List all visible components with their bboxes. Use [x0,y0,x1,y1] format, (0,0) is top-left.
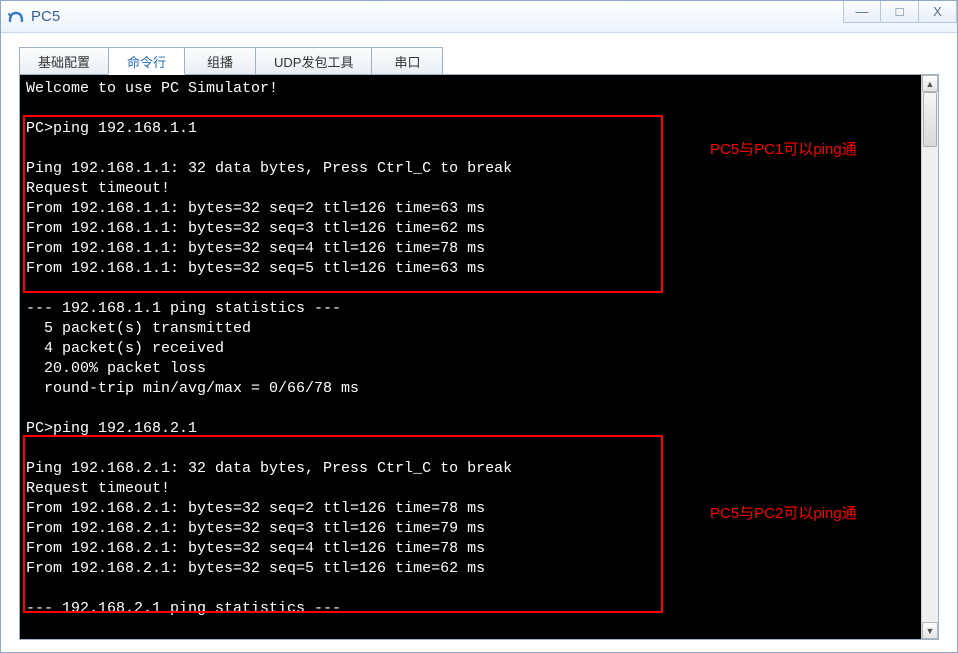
scrollbar-thumb[interactable] [923,92,937,147]
tab-4[interactable]: 串口 [371,47,443,75]
content-area: 基础配置命令行组播UDP发包工具串口 Welcome to use PC Sim… [1,33,957,652]
app-icon [7,8,25,26]
tab-1[interactable]: 命令行 [108,47,185,75]
maximize-button[interactable]: □ [881,1,919,23]
close-button[interactable]: X [919,1,957,23]
scrollbar-up-button[interactable]: ▲ [922,75,938,92]
tab-3[interactable]: UDP发包工具 [255,47,372,75]
annotation-0: PC5与PC1可以ping通 [710,138,857,159]
scrollbar-track[interactable] [922,92,938,622]
app-window: PC5 — □ X 基础配置命令行组播UDP发包工具串口 Welcome to … [0,0,958,653]
titlebar: PC5 — □ X [1,1,957,33]
window-title: PC5 [31,8,60,25]
tabs: 基础配置命令行组播UDP发包工具串口 [19,47,939,75]
annotation-1: PC5与PC2可以ping通 [710,502,857,523]
scrollbar-down-button[interactable]: ▼ [922,622,938,639]
window-controls: — □ X [843,1,957,23]
tab-0[interactable]: 基础配置 [19,47,109,75]
scrollbar[interactable]: ▲ ▼ [921,75,938,639]
tab-2[interactable]: 组播 [184,47,256,75]
minimize-button[interactable]: — [843,1,881,23]
terminal[interactable]: Welcome to use PC Simulator! PC>ping 192… [20,75,921,639]
